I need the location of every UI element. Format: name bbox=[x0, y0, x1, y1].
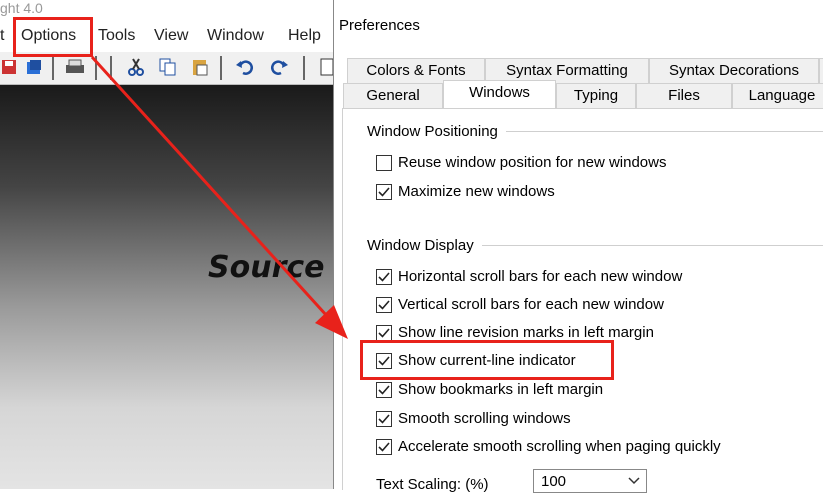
menu-file-fragment[interactable]: t bbox=[0, 27, 4, 45]
checkbox-box[interactable] bbox=[376, 411, 392, 427]
highlight-options-menu bbox=[13, 17, 93, 57]
group-divider bbox=[474, 245, 823, 246]
copy-icon[interactable] bbox=[158, 57, 178, 77]
checkbox-box[interactable] bbox=[376, 439, 392, 455]
undo-icon[interactable] bbox=[235, 57, 255, 77]
checkbox-label: Maximize new windows bbox=[398, 183, 555, 200]
tab-files[interactable]: Files bbox=[636, 83, 732, 109]
highlight-current-line-option bbox=[360, 340, 614, 380]
save-all-icon[interactable] bbox=[24, 57, 44, 77]
checkbox-box[interactable] bbox=[376, 297, 392, 313]
editor-title-text: Source bbox=[208, 250, 325, 285]
group-window-display-label: Window Display bbox=[367, 237, 482, 254]
text-scaling-select[interactable]: 100 bbox=[533, 469, 647, 493]
menu-tools[interactable]: Tools bbox=[98, 27, 135, 45]
chevron-down-icon bbox=[628, 477, 640, 485]
tab-general[interactable]: General bbox=[343, 83, 443, 109]
toolbar-separator bbox=[52, 56, 54, 80]
checkbox-label: Accelerate smooth scrolling when paging … bbox=[398, 438, 721, 455]
app-title: ght 4.0 bbox=[0, 0, 43, 16]
checkbox-box[interactable] bbox=[376, 155, 392, 171]
group-divider bbox=[484, 131, 823, 132]
cut-icon[interactable] bbox=[126, 57, 146, 77]
menu-window[interactable]: Window bbox=[207, 27, 264, 45]
checkmark-icon bbox=[378, 328, 390, 338]
checkbox-box[interactable] bbox=[376, 269, 392, 285]
tab-typing[interactable]: Typing bbox=[556, 83, 636, 109]
checkbox-box[interactable] bbox=[376, 325, 392, 341]
checkmark-icon bbox=[378, 414, 390, 424]
tab-syntax-decorations[interactable]: Syntax Decorations bbox=[649, 58, 819, 84]
checkmark-icon bbox=[378, 272, 390, 282]
save-icon[interactable] bbox=[0, 57, 20, 77]
toolbar-separator bbox=[95, 56, 97, 80]
checkbox-label: Horizontal scroll bars for each new wind… bbox=[398, 268, 683, 285]
checkmark-icon bbox=[378, 442, 390, 452]
editor-area[interactable] bbox=[0, 85, 335, 489]
paste-icon[interactable] bbox=[190, 57, 210, 77]
checkmark-icon bbox=[378, 385, 390, 395]
checkbox-box[interactable] bbox=[376, 382, 392, 398]
checkmark-icon bbox=[378, 187, 390, 197]
text-scaling-label: Text Scaling: (%) bbox=[376, 476, 489, 493]
print-icon[interactable] bbox=[64, 57, 84, 77]
toolbar-separator bbox=[220, 56, 222, 80]
text-scaling-value: 100 bbox=[541, 473, 567, 490]
redo-icon[interactable] bbox=[269, 57, 289, 77]
menu-view[interactable]: View bbox=[154, 27, 188, 45]
dialog-title: Preferences bbox=[339, 17, 420, 34]
tab-language[interactable]: Language bbox=[732, 83, 823, 109]
toolbar-separator bbox=[110, 56, 112, 80]
menu-help[interactable]: Help bbox=[288, 27, 321, 45]
main-app-window: ght 4.0 t Options Tools View Window Help bbox=[0, 0, 335, 489]
tab-windows[interactable]: Windows bbox=[443, 80, 556, 108]
checkbox-box[interactable] bbox=[376, 184, 392, 200]
tab-overflow[interactable] bbox=[819, 58, 823, 84]
checkbox-label: Reuse window position for new windows bbox=[398, 154, 667, 171]
toolbar-separator bbox=[303, 56, 305, 80]
checkbox-label: Smooth scrolling windows bbox=[398, 410, 571, 427]
group-window-positioning-label: Window Positioning bbox=[367, 123, 506, 140]
checkbox-label: Show line revision marks in left margin bbox=[398, 324, 654, 341]
preferences-dialog: Preferences Colors & Fonts Syntax Format… bbox=[333, 0, 823, 493]
checkbox-label: Show bookmarks in left margin bbox=[398, 381, 604, 398]
checkmark-icon bbox=[378, 300, 390, 310]
checkbox-label: Vertical scroll bars for each new window bbox=[398, 296, 664, 313]
